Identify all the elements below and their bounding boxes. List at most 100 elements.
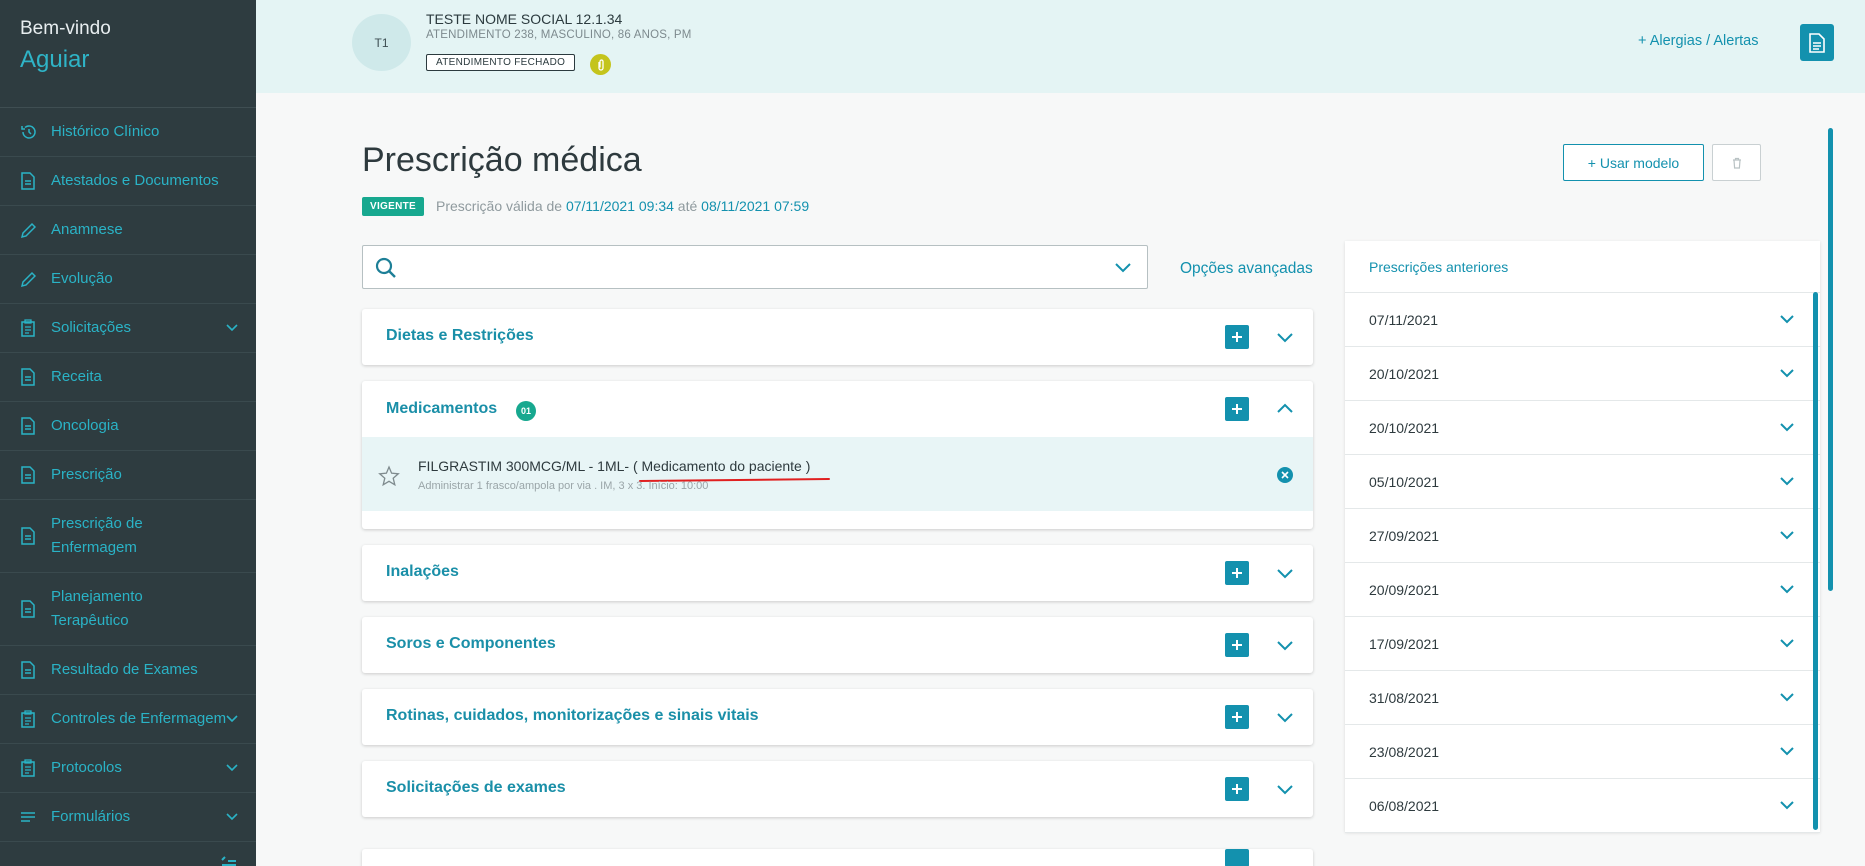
chevron-down-icon	[226, 813, 238, 821]
sidebar-item-prescricao[interactable]: Prescrição	[0, 451, 256, 500]
sidebar-menu: Histórico Clínico Atestados e Documentos A…	[0, 108, 256, 842]
chevron-down-icon	[226, 715, 238, 723]
sidebar-item-receita[interactable]: Receita	[0, 353, 256, 402]
previous-prescription-date: 20/10/2021	[1369, 419, 1440, 436]
welcome-block: Bem-vindo Aguiar	[0, 0, 256, 108]
welcome-text: Bem-vindo	[20, 18, 111, 39]
trash-icon	[1732, 157, 1741, 169]
allergies-alerts-link[interactable]: + Alergias / Alertas	[1638, 33, 1759, 49]
delete-button[interactable]	[1712, 144, 1761, 181]
collapse-sidebar-icon[interactable]	[220, 856, 238, 866]
chevron-down-icon	[1780, 423, 1794, 432]
search-input[interactable]	[407, 254, 1087, 282]
user-name: Aguiar	[20, 46, 90, 73]
sidebar-item-resultado-de-exames[interactable]: Resultado de Exames	[0, 646, 256, 695]
previous-prescription-date: 05/10/2021	[1369, 473, 1440, 490]
section-inalacoes: Inalações	[362, 545, 1313, 601]
previous-prescription-row[interactable]: 20/09/2021	[1345, 563, 1820, 617]
sidebar-item-label: Receita	[51, 368, 102, 385]
previous-prescriptions-title: Prescrições anteriores	[1345, 241, 1820, 293]
previous-prescription-row[interactable]: 05/10/2021	[1345, 455, 1820, 509]
sidebar-item-solicitacoes[interactable]: Solicitações	[0, 304, 256, 353]
sidebar-item-label: Planejamento Terapêutico	[51, 588, 143, 629]
medication-description: Administrar 1 frasco/ampola por via . IM…	[418, 480, 709, 492]
document-icon	[21, 527, 35, 545]
sidebar-item-label: Controles de Enfermagem	[51, 710, 227, 727]
sidebar-item-historico-clinico[interactable]: Histórico Clínico	[0, 108, 256, 157]
section-title: Solicitações de exames	[386, 779, 566, 796]
add-button[interactable]	[1225, 777, 1249, 801]
close-icon	[1281, 471, 1289, 479]
sidebar-item-evolucao[interactable]: Evolução	[0, 255, 256, 304]
plus-icon	[1232, 404, 1242, 414]
patient-info: ATENDIMENTO 238, MASCULINO, 86 ANOS, PM	[426, 29, 692, 41]
previous-prescription-row[interactable]: 31/08/2021	[1345, 671, 1820, 725]
plus-icon	[1232, 568, 1242, 578]
add-button[interactable]	[1225, 633, 1249, 657]
previous-prescriptions-panel: Prescrições anteriores 07/11/2021 20/10/2…	[1345, 241, 1820, 833]
add-button[interactable]	[1225, 705, 1249, 729]
validity-mid: até	[677, 198, 698, 214]
sidebar-item-label: Formulários	[51, 808, 131, 825]
star-icon[interactable]	[378, 465, 400, 487]
validity-end: 08/11/2021 07:59	[701, 198, 810, 214]
sidebar-item-label: Solicitações	[51, 319, 132, 336]
previous-prescription-row[interactable]: 20/10/2021	[1345, 347, 1820, 401]
section-title: Dietas e Restrições	[386, 327, 534, 344]
plus-icon	[1232, 640, 1242, 650]
section-partial	[362, 849, 1313, 866]
attachment-icon[interactable]	[590, 54, 611, 75]
page-scrollbar[interactable]	[1828, 128, 1833, 591]
chevron-down-icon[interactable]	[1115, 263, 1131, 273]
chevron-down-icon	[1780, 477, 1794, 486]
sidebar-item-formularios[interactable]: Formulários	[0, 793, 256, 842]
previous-prescription-row[interactable]: 23/08/2021	[1345, 725, 1820, 779]
sidebar-item-planejamento-terapeutico[interactable]: Planejamento Terapêutico	[0, 573, 256, 646]
history-icon	[21, 125, 36, 139]
document-icon	[21, 661, 35, 679]
previous-prescription-row[interactable]: 07/11/2021	[1345, 293, 1820, 347]
chevron-up-icon[interactable]	[1277, 403, 1293, 413]
sidebar-item-protocolos[interactable]: Protocolos	[0, 744, 256, 793]
chevron-down-icon[interactable]	[1277, 785, 1293, 795]
chevron-down-icon	[1780, 693, 1794, 702]
remove-medication-button[interactable]	[1277, 467, 1293, 483]
previous-prescription-row[interactable]: 27/09/2021	[1345, 509, 1820, 563]
add-button[interactable]	[1225, 849, 1249, 866]
previous-prescription-date: 17/09/2021	[1369, 635, 1440, 652]
chevron-down-icon[interactable]	[1277, 641, 1293, 651]
sidebar-item-label: Resultado de Exames	[51, 661, 198, 678]
status-badge: ATENDIMENTO FECHADO	[426, 54, 576, 71]
previous-prescription-row[interactable]: 17/09/2021	[1345, 617, 1820, 671]
chevron-down-icon[interactable]	[1277, 713, 1293, 723]
previous-prescription-date: 31/08/2021	[1369, 689, 1440, 706]
previous-prescription-date: 20/10/2021	[1369, 365, 1440, 382]
medication-name: FILGRASTIM 300MCG/ML - 1ML- ( Medicament…	[418, 458, 811, 474]
patient-name: TESTE NOME SOCIAL 12.1.34	[426, 11, 623, 27]
plus-icon	[1232, 784, 1242, 794]
sidebar-item-oncologia[interactable]: Oncologia	[0, 402, 256, 451]
document-button[interactable]	[1800, 24, 1834, 61]
clipboard-icon	[21, 759, 35, 777]
sidebar-item-controles-de-enfermagem[interactable]: Controles de Enfermagem	[0, 695, 256, 744]
section-title: Inalações	[386, 563, 459, 580]
document-icon	[21, 368, 35, 386]
medication-row[interactable]: FILGRASTIM 300MCG/ML - 1ML- ( Medicament…	[362, 437, 1313, 511]
count-badge: 01	[516, 401, 536, 421]
panel-scrollbar[interactable]	[1813, 292, 1818, 830]
advanced-options-link[interactable]: Opções avançadas	[1180, 260, 1313, 278]
add-button[interactable]	[1225, 561, 1249, 585]
sidebar-item-atestados-e-documentos[interactable]: Atestados e Documentos	[0, 157, 256, 206]
use-model-button[interactable]: + Usar modelo	[1563, 144, 1704, 181]
avatar: T1	[352, 14, 411, 71]
section-title: Medicamentos	[386, 400, 498, 417]
add-button[interactable]	[1225, 325, 1249, 349]
chevron-down-icon[interactable]	[1277, 569, 1293, 579]
sidebar-item-anamnese[interactable]: Anamnese	[0, 206, 256, 255]
sidebar-item-prescricao-de-enfermagem[interactable]: Prescrição de Enfermagem	[0, 500, 256, 573]
previous-prescription-row[interactable]: 20/10/2021	[1345, 401, 1820, 455]
add-button[interactable]	[1225, 397, 1249, 421]
chevron-down-icon[interactable]	[1277, 333, 1293, 343]
chevron-down-icon	[1780, 369, 1794, 378]
previous-prescription-row[interactable]: 06/08/2021	[1345, 779, 1820, 833]
